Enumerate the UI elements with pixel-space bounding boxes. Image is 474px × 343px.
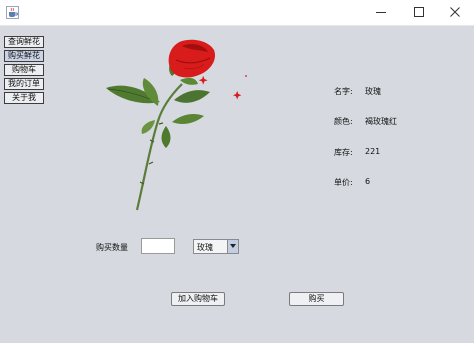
maximize-icon: [414, 7, 424, 17]
java-cup-icon: [6, 6, 19, 19]
minimize-icon: [376, 12, 386, 13]
price-label: 单价:: [334, 178, 353, 187]
close-button[interactable]: [440, 4, 470, 21]
sidebar-item-buy-flowers[interactable]: 购买鲜花: [4, 50, 44, 62]
minimize-button[interactable]: [366, 4, 396, 21]
dropdown-arrow-button[interactable]: [227, 240, 238, 253]
red-rose-image: [106, 39, 247, 211]
close-icon: [450, 7, 460, 17]
name-value: 玫瑰: [365, 87, 381, 96]
price-value: 6: [365, 177, 371, 186]
chevron-down-icon: [230, 244, 236, 248]
maximize-button[interactable]: [404, 4, 434, 21]
quantity-label: 购买数量: [96, 243, 128, 252]
sidebar-item-my-orders[interactable]: 我的订单: [4, 78, 44, 90]
stock-value: 221: [365, 147, 381, 156]
color-value: 褐玫瑰红: [365, 117, 397, 126]
buy-button[interactable]: 购买: [289, 292, 344, 306]
title-bar: [0, 0, 474, 26]
sidebar-item-cart[interactable]: 购物车: [4, 64, 44, 76]
name-label: 名字:: [334, 87, 353, 96]
sidebar-item-search-flowers[interactable]: 查询鲜花: [4, 36, 44, 48]
flower-select-value: 玫瑰: [197, 243, 213, 252]
quantity-input[interactable]: [141, 238, 175, 254]
color-label: 颜色:: [334, 117, 353, 126]
sidebar-item-about-me[interactable]: 关于我: [4, 92, 44, 104]
add-to-cart-button[interactable]: 加入购物车: [171, 292, 225, 306]
flower-select[interactable]: 玫瑰: [193, 239, 239, 254]
stock-label: 库存:: [334, 148, 353, 157]
